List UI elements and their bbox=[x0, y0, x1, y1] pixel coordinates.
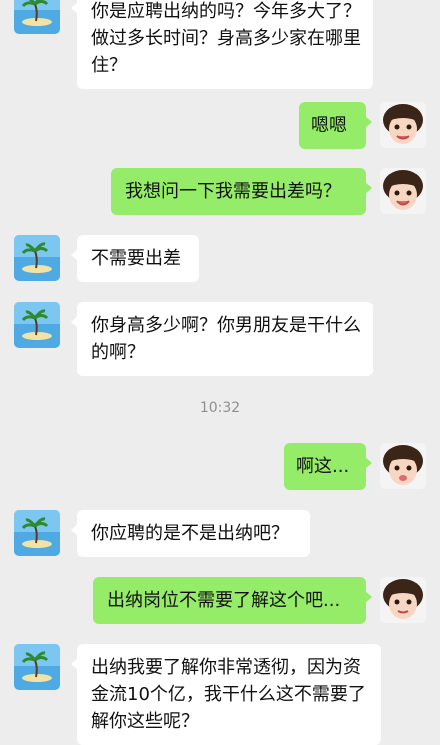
child-avatar-icon[interactable] bbox=[380, 443, 426, 489]
island-avatar-icon[interactable] bbox=[14, 235, 60, 281]
message-text: 啊这... bbox=[296, 456, 350, 477]
child-avatar-icon[interactable] bbox=[380, 577, 426, 623]
message-text: 出纳我要了解你非常透彻，因为资金流10个亿，我干什么这不需要了解你这些呢？ bbox=[91, 657, 366, 732]
child-avatar-icon[interactable] bbox=[380, 168, 426, 214]
message-bubble[interactable]: 你是应聘出纳的吗？今年多大了？做过多长时间？身高多少家在哪里住？ bbox=[71, 0, 373, 89]
message-bubble[interactable]: 你应聘的是不是出纳吧？ bbox=[71, 510, 310, 557]
island-avatar-icon[interactable] bbox=[14, 0, 60, 34]
message-bubble[interactable]: 不需要出差 bbox=[71, 235, 199, 282]
message-text: 你应聘的是不是出纳吧？ bbox=[91, 523, 289, 544]
message-bubble[interactable]: 你身高多少啊？你男朋友是干什么的啊？ bbox=[71, 302, 373, 376]
message-bubble[interactable]: 啊这... bbox=[284, 443, 372, 490]
message-bubble[interactable]: 嗯嗯 bbox=[299, 102, 372, 149]
island-avatar-icon[interactable] bbox=[14, 302, 60, 348]
message-bubble[interactable]: 我想问一下我需要出差吗？ bbox=[111, 168, 372, 215]
message-text: 出纳岗位不需要了解这个吧... bbox=[107, 590, 341, 611]
message-bubble[interactable]: 出纳我要了解你非常透彻，因为资金流10个亿，我干什么这不需要了解你这些呢？ bbox=[71, 644, 381, 745]
message-text: 嗯嗯 bbox=[311, 115, 347, 136]
message-text: 不需要出差 bbox=[91, 248, 181, 269]
island-avatar-icon[interactable] bbox=[14, 644, 60, 690]
message-text: 我想问一下我需要出差吗？ bbox=[125, 181, 341, 202]
message-bubble[interactable]: 出纳岗位不需要了解这个吧... bbox=[93, 577, 372, 624]
child-avatar-icon[interactable] bbox=[380, 102, 426, 148]
island-avatar-icon[interactable] bbox=[14, 510, 60, 556]
chat-timestamp: 10:32 bbox=[199, 400, 241, 416]
message-text: 你是应聘出纳的吗？今年多大了？做过多长时间？身高多少家在哪里住？ bbox=[91, 1, 361, 76]
message-text: 你身高多少啊？你男朋友是干什么的啊？ bbox=[91, 315, 361, 363]
